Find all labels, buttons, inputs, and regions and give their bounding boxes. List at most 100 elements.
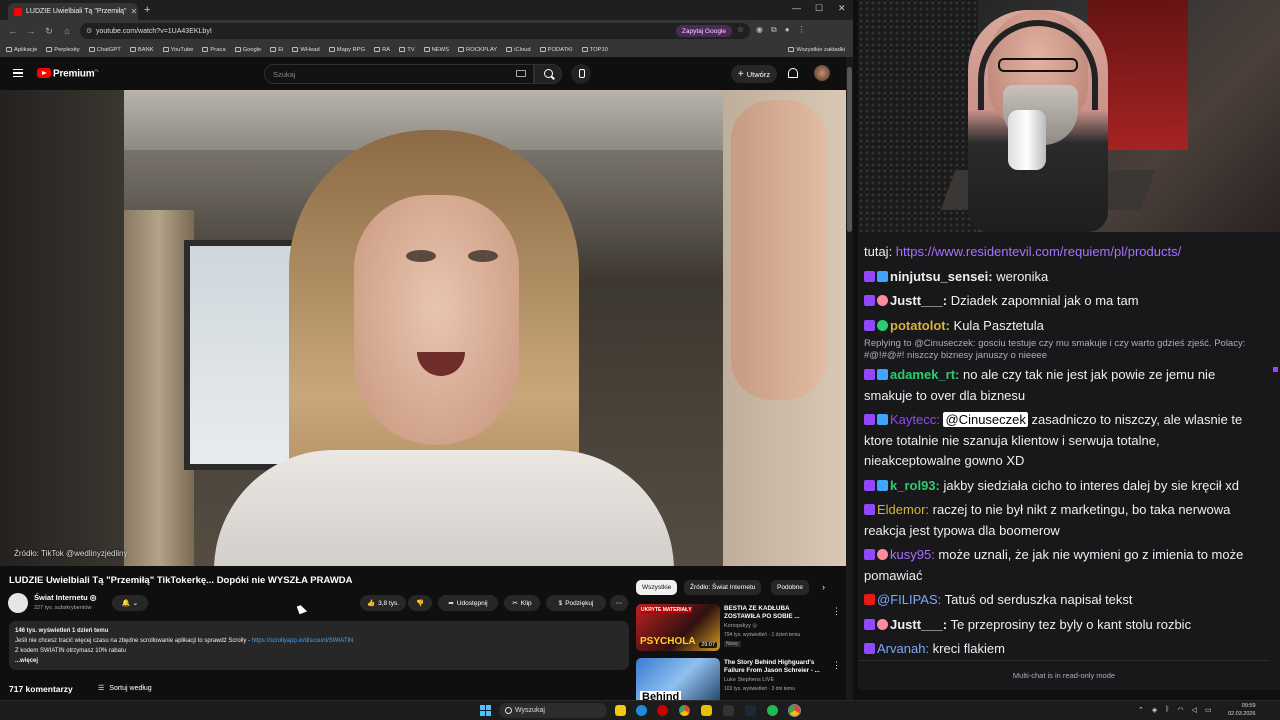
bookmark-item[interactable]: PODATKI [539, 47, 573, 53]
chat-nick[interactable]: Arvanah: [877, 641, 929, 656]
subscribed-bell-button[interactable]: 🔔 ⌄ [112, 595, 148, 611]
bookmark-item[interactable]: Aplikacje [6, 47, 37, 53]
chat-mention[interactable]: @Cinuseczek [943, 412, 1028, 427]
rec-title[interactable]: BESTIA ZE KADŁUBA ZOSTAWIŁA PO SOBIE ... [724, 605, 824, 621]
chat-nick[interactable]: Eldemor: [877, 502, 929, 517]
taskbar-clock[interactable]: 09:59 02.03.2026 [1228, 702, 1256, 718]
bookmark-star-icon[interactable]: ☆ [737, 25, 744, 34]
file-explorer-icon[interactable] [615, 705, 626, 716]
description-link[interactable]: https://scrollyapp.io/discount/SWIATIN [252, 638, 354, 644]
url-field[interactable]: ⚙ youtube.com/watch?v=1UA43EKLbyI Zapyta… [80, 23, 750, 39]
video-player[interactable]: Źródło: TikTok @wedlinyzjedliny [0, 90, 846, 566]
more-actions-icon[interactable]: ⋯ [610, 595, 628, 611]
bookmark-item[interactable]: iCloud [506, 47, 531, 53]
rec-channel[interactable]: Konopskyy ◎ [724, 623, 757, 629]
chip-similar[interactable]: Podobne [771, 580, 810, 595]
puzzle-icon[interactable]: ⧉ [771, 25, 777, 35]
bookmark-item[interactable]: TOP10 [581, 47, 608, 53]
chrome-icon[interactable] [679, 705, 690, 716]
description-more-button[interactable]: ...więcej [15, 656, 623, 666]
chat-nick[interactable]: potatolot: [890, 318, 950, 333]
windows-start-icon[interactable] [480, 705, 491, 716]
rec-channel[interactable]: Luke Stephens LIVE [724, 677, 774, 683]
bookmark-item[interactable]: RA [374, 47, 390, 53]
menu-hamburger-icon[interactable] [13, 69, 23, 77]
active-tab[interactable]: LUDZIE Uwielbiali Tą "Przemiłą" ✕ [8, 3, 138, 20]
voice-search-icon[interactable] [571, 64, 591, 84]
chat-nick[interactable]: Justt___: [890, 617, 947, 632]
new-tab-button[interactable]: + [144, 4, 150, 16]
notes-icon[interactable] [701, 705, 712, 716]
search-input[interactable]: Szukaj [264, 64, 534, 84]
volume-icon[interactable]: ◁ [1192, 706, 1197, 714]
bookmark-item[interactable]: BANK [129, 47, 154, 53]
bookmark-item[interactable]: Perplexity [46, 47, 80, 53]
profile-icon[interactable]: ● [785, 25, 790, 35]
chat-nick[interactable]: k_rol93: [890, 478, 940, 493]
bookmark-item[interactable]: NEWS [423, 47, 449, 53]
tray-chevron-icon[interactable]: ⌃ [1138, 706, 1144, 714]
page-scrollbar[interactable] [846, 57, 853, 700]
chat-nick[interactable]: kusy95: [890, 547, 935, 562]
bookmark-item[interactable]: ChatGPT [88, 47, 121, 53]
bookmark-item[interactable]: El [270, 47, 283, 53]
forward-icon[interactable]: → [26, 26, 36, 36]
rec-more-icon[interactable]: ⋮ [832, 606, 841, 617]
edge-icon[interactable] [636, 705, 647, 716]
keyboard-icon[interactable] [516, 70, 526, 77]
bookmark-item[interactable]: ROCKPLAY [458, 47, 497, 53]
user-avatar[interactable] [814, 65, 830, 81]
minimize-icon[interactable]: — [792, 3, 801, 13]
bookmark-item[interactable]: Praca [202, 47, 226, 53]
video-description[interactable]: 146 tys. wyświetleń 1 dzień temu Jeśli n… [9, 621, 629, 670]
bluetooth-icon[interactable]: ᛒ [1165, 706, 1169, 714]
chat-nick[interactable]: adamek_rt: [890, 367, 959, 382]
rec-more-icon[interactable]: ⋮ [832, 660, 841, 671]
chat-nick[interactable]: Kaytecc: [890, 412, 940, 427]
channel-name[interactable]: Świat Internetu ◎ [34, 593, 96, 602]
chat-nick[interactable]: @FILIPAS: [877, 592, 941, 607]
chat-nick[interactable]: ninjutsu_sensei: [890, 269, 993, 284]
maximize-icon[interactable]: ☐ [815, 3, 823, 14]
channel-avatar[interactable] [8, 593, 28, 613]
reload-icon[interactable]: ↻ [44, 26, 54, 37]
back-icon[interactable]: ← [8, 26, 18, 36]
home-icon[interactable]: ⌂ [62, 26, 72, 36]
bookmark-item[interactable]: TV [399, 47, 415, 53]
notifications-bell-icon[interactable] [788, 68, 798, 78]
bookmark-item[interactable]: Mapy RPG [328, 47, 365, 53]
chat-nick[interactable]: Justt___: [890, 293, 947, 308]
bookmark-item[interactable]: YouTube [162, 47, 193, 53]
like-button[interactable]: 👍 3,8 tys. [360, 595, 406, 611]
chat-link[interactable]: https://www.residentevil.com/requiem/pl/… [896, 244, 1181, 259]
sort-comments-button[interactable]: ☰ Sortuj według [98, 684, 152, 693]
close-tab-icon[interactable]: ✕ [131, 7, 138, 16]
steam-icon[interactable] [745, 705, 756, 716]
bookmark-item[interactable]: Google [234, 47, 261, 53]
rec-thumbnail[interactable]: UKRYTE MATERIAŁY PSYCHOLA 29:07 [636, 604, 720, 651]
rec-title[interactable]: The Story Behind Highguard's Failure Fro… [724, 659, 824, 675]
menu-dots-icon[interactable]: ⋮ [798, 25, 806, 35]
chip-all[interactable]: Wszystkie [636, 580, 678, 595]
youtube-premium-logo[interactable]: PremiumPL [53, 68, 99, 79]
download-icon[interactable] [723, 705, 734, 716]
chevron-right-icon[interactable]: › [822, 582, 825, 592]
clip-button[interactable]: ✂ Klip [504, 595, 540, 611]
taskbar-search[interactable]: Wyszukaj [499, 703, 607, 718]
rec-thumbnail[interactable]: Behind [636, 658, 720, 705]
spotify-icon[interactable] [767, 705, 778, 716]
ask-google-button[interactable]: Zapytaj Google [675, 25, 732, 37]
tray-app-icon[interactable]: ◈ [1152, 706, 1157, 714]
dislike-button[interactable]: 👎 [408, 595, 432, 611]
thanks-button[interactable]: $ Podziękuj [546, 595, 606, 611]
site-info-icon[interactable]: ⚙ [86, 27, 92, 35]
battery-icon[interactable]: ▭ [1205, 706, 1212, 714]
youtube-logo-icon[interactable] [37, 68, 51, 78]
rec-item[interactable]: UKRYTE MATERIAŁY PSYCHOLA 29:07 BESTIA Z… [636, 604, 841, 654]
create-button[interactable]: + Utwórz [731, 65, 777, 83]
all-bookmarks-button[interactable]: Wszystkie zakładki [788, 47, 845, 53]
share-button[interactable]: ➦ Udostępnij [438, 595, 498, 611]
chrome-active-icon[interactable] [788, 704, 801, 717]
search-button[interactable] [534, 64, 562, 84]
opera-icon[interactable] [657, 705, 668, 716]
